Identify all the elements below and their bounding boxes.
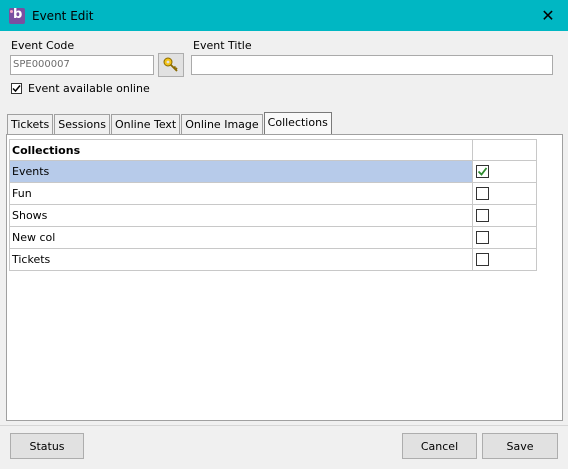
checked-column-header[interactable] (472, 139, 537, 161)
collection-checkbox-cell[interactable] (472, 160, 537, 183)
collection-checkbox[interactable] (476, 209, 489, 222)
table-row[interactable]: Shows (9, 204, 537, 227)
online-checkbox[interactable] (11, 83, 22, 94)
checkmark-icon (477, 167, 488, 176)
online-checkbox-row[interactable]: Event available online (11, 82, 150, 95)
tab-online-image[interactable]: Online Image (181, 114, 263, 134)
tab-sessions[interactable]: Sessions (54, 114, 110, 134)
close-button[interactable]: ✕ (528, 0, 568, 31)
lookup-button[interactable] (158, 53, 184, 77)
close-icon: ✕ (541, 6, 555, 25)
tab-collections[interactable]: Collections (263, 112, 332, 134)
collection-checkbox[interactable] (476, 187, 489, 200)
collection-checkbox[interactable] (476, 165, 489, 178)
event-code-label: Event Code (11, 39, 75, 52)
window-title: Event Edit (32, 8, 94, 23)
collection-checkbox-cell[interactable] (472, 248, 537, 271)
tab-strip: Tickets Sessions Online Text Online Imag… (7, 112, 333, 134)
collection-checkbox[interactable] (476, 231, 489, 244)
collection-name[interactable]: New col (9, 226, 473, 249)
save-button[interactable]: Save (482, 433, 558, 459)
checkmark-icon (12, 85, 21, 93)
collection-checkbox[interactable] (476, 253, 489, 266)
collection-checkbox-cell[interactable] (472, 182, 537, 205)
event-code-field[interactable]: SPE000007 (10, 55, 154, 75)
collection-name[interactable]: Shows (9, 204, 473, 227)
table-row[interactable]: Tickets (9, 248, 537, 271)
tab-tickets[interactable]: Tickets (7, 114, 54, 134)
collections-grid: Collections Events Fun Shows New col Tic… (9, 139, 537, 271)
collections-column-header[interactable]: Collections (9, 139, 473, 161)
status-button[interactable]: Status (10, 433, 84, 459)
collection-checkbox-cell[interactable] (472, 226, 537, 249)
table-row[interactable]: Fun (9, 182, 537, 205)
collection-name[interactable]: Fun (9, 182, 473, 205)
table-row[interactable]: New col (9, 226, 537, 249)
table-row[interactable]: Events (9, 160, 537, 183)
tab-online-text[interactable]: Online Text (110, 114, 181, 134)
collection-name[interactable]: Events (9, 160, 473, 183)
event-title-field[interactable] (191, 55, 553, 75)
footer-divider (0, 425, 568, 426)
title-bar: b Event Edit ✕ (0, 0, 568, 31)
collection-name[interactable]: Tickets (9, 248, 473, 271)
app-logo-icon: b (9, 7, 25, 24)
online-checkbox-label: Event available online (28, 82, 150, 95)
collection-checkbox-cell[interactable] (472, 204, 537, 227)
event-title-label: Event Title (193, 39, 252, 52)
cancel-button[interactable]: Cancel (402, 433, 477, 459)
key-icon (163, 57, 178, 72)
collections-panel: Collections Events Fun Shows New col Tic… (6, 134, 563, 421)
grid-header-row: Collections (9, 139, 537, 161)
